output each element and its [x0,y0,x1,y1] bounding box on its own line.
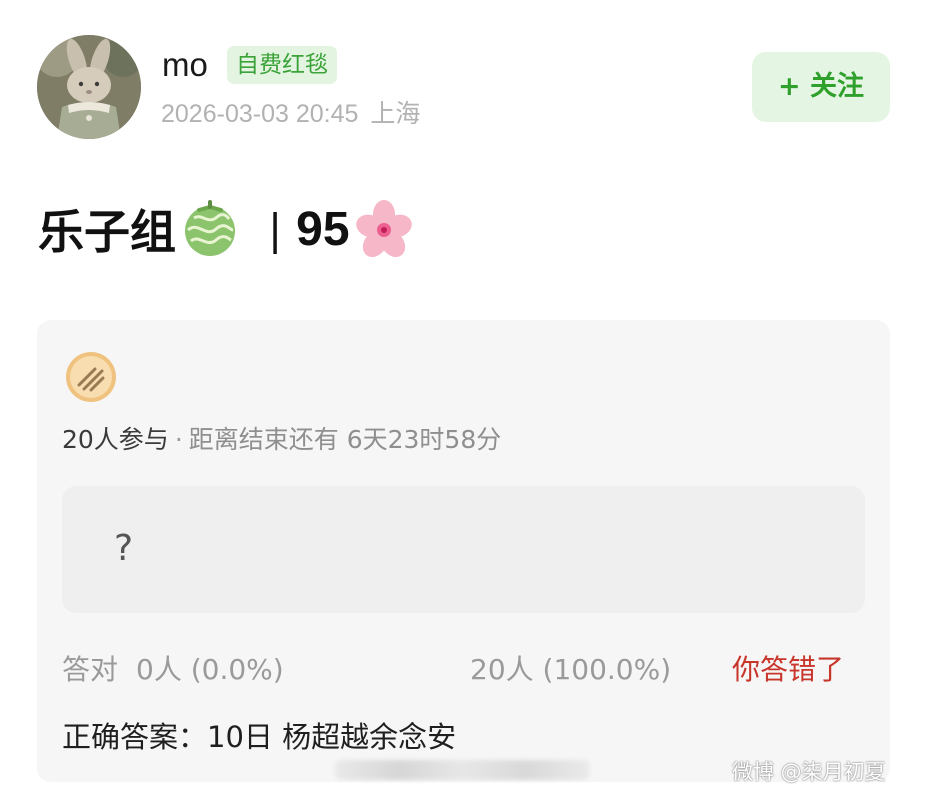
quiz-status-line: 20人参与 · 距离结束还有 6天23时58分 [62,421,501,459]
user-result: 你答错了 [732,653,845,686]
blurred-content-strip [335,760,590,780]
user-badge: 自费红毯 [227,46,337,84]
quiz-card-icon [64,350,118,404]
correct-result: 答对 0人 (0.0%) [62,650,284,690]
correct-count: 0人 (0.0%) [136,653,284,686]
melon-emoji-icon [180,199,240,259]
cherry-blossom-emoji-icon [354,199,414,259]
weibo-watermark: 微博 @柒月初夏 [732,760,886,784]
follow-button[interactable]: + 关注 [752,52,890,122]
correct-answer: 正确答案：10日 杨超越余念安 [62,720,457,754]
title-separator: | [268,204,283,254]
post-location: 上海 [370,99,421,128]
participant-count: 20人参与 [62,425,169,454]
post-title-text: 乐子组 [38,205,176,259]
quiz-option[interactable] [62,486,865,613]
post-title-number: 95 [296,202,350,256]
bunny-plush-avatar-icon [37,35,141,139]
user-avatar[interactable] [37,35,141,139]
post-timestamp: 2026-03-03 20:45 [161,100,359,128]
quiz-option-text: ? [114,528,134,569]
separator-dot: · [174,425,183,454]
wrong-count: 20人 (100.0%) [470,653,672,686]
correct-label: 答对 [62,653,119,686]
post-title: 乐子组 | 95 [38,196,414,262]
username[interactable]: mo [162,44,208,86]
post-meta: 2026-03-03 20:45 上海 [161,96,420,132]
time-remaining: 距离结束还有 6天23时58分 [188,425,502,454]
